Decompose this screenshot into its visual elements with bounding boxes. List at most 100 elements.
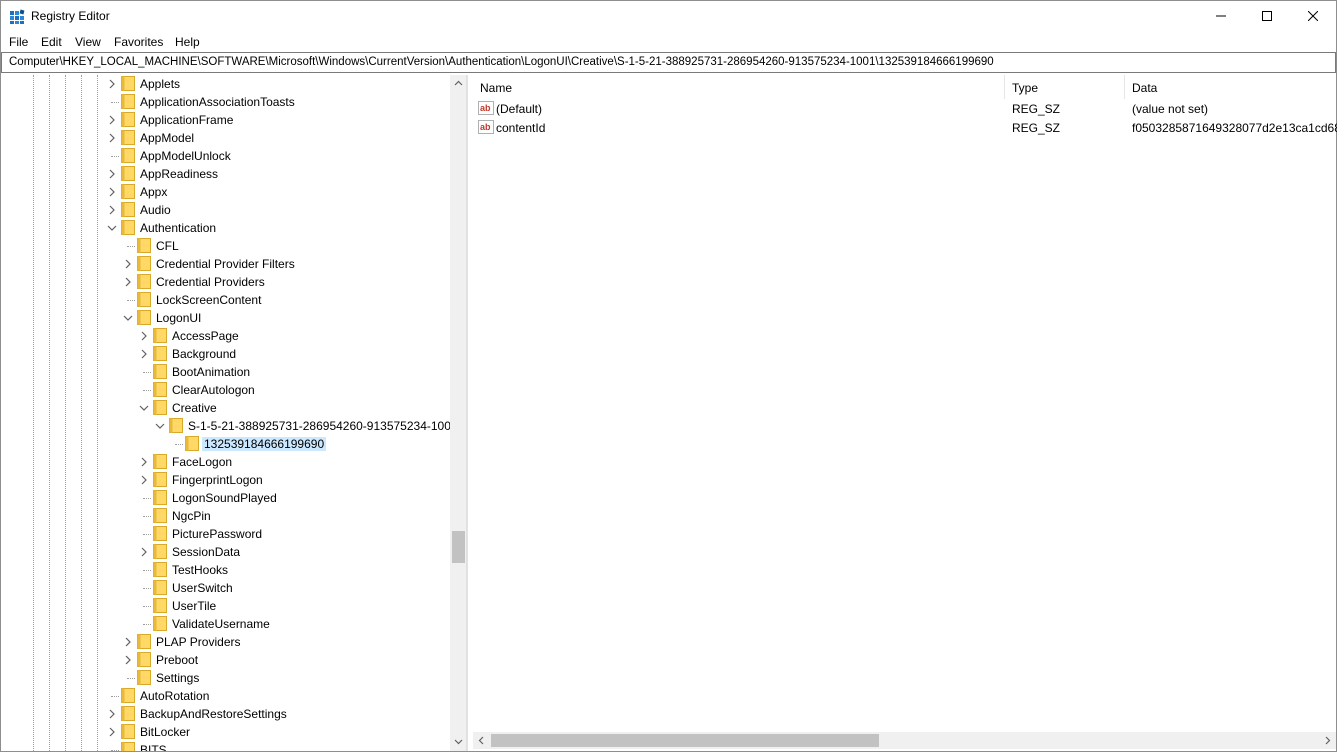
chevron-right-icon[interactable] xyxy=(107,709,117,719)
tree-node[interactable]: Preboot xyxy=(123,651,446,669)
chevron-right-icon[interactable] xyxy=(123,655,133,665)
scroll-left-arrow-icon[interactable] xyxy=(477,736,486,745)
tree-node[interactable]: FingerprintLogon xyxy=(139,471,446,489)
value-row[interactable]: ab (Default) REG_SZ (value not set) xyxy=(473,99,1336,118)
tree-node[interactable]: S-1-5-21-388925731-286954260-913575234-1… xyxy=(155,417,458,435)
tree-node[interactable]: PicturePassword xyxy=(139,525,446,543)
tree-node[interactable]: AppReadiness xyxy=(107,165,446,183)
tree-connector xyxy=(143,606,151,607)
tree-guide-line xyxy=(33,75,34,751)
tree-node[interactable]: SessionData xyxy=(139,543,446,561)
chevron-right-icon[interactable] xyxy=(107,727,117,737)
chevron-down-icon[interactable] xyxy=(107,223,117,233)
folder-icon xyxy=(153,544,167,559)
tree-node[interactable]: Applets xyxy=(107,75,446,93)
tree-node[interactable]: ClearAutologon xyxy=(139,381,446,399)
tree-node[interactable]: AppModelUnlock xyxy=(107,147,446,165)
menu-favorites[interactable]: Favorites xyxy=(114,35,163,49)
tree-node[interactable]: Credential Provider Filters xyxy=(123,255,446,273)
chevron-right-icon[interactable] xyxy=(139,457,149,467)
scroll-down-arrow-icon[interactable] xyxy=(454,737,463,746)
chevron-right-icon[interactable] xyxy=(123,637,133,647)
tree-node[interactable]: BitLocker xyxy=(107,723,446,741)
chevron-right-icon[interactable] xyxy=(139,349,149,359)
chevron-right-icon[interactable] xyxy=(107,187,117,197)
key-tree[interactable]: Applets ApplicationAssociationToasts Appli… xyxy=(1,75,467,751)
chevron-right-icon[interactable] xyxy=(107,133,117,143)
tree-node[interactable]: Settings xyxy=(123,669,446,687)
tree-node[interactable]: ApplicationAssociationToasts xyxy=(107,93,446,111)
chevron-right-icon[interactable] xyxy=(107,115,117,125)
column-header-type[interactable]: Type xyxy=(1005,75,1125,99)
chevron-down-icon[interactable] xyxy=(123,313,133,323)
tree-node[interactable]: LogonUI xyxy=(123,309,446,327)
tree-node[interactable]: ApplicationFrame xyxy=(107,111,446,129)
folder-icon xyxy=(153,364,167,379)
tree-node[interactable]: AppModel xyxy=(107,129,446,147)
folder-icon xyxy=(121,184,135,199)
menu-edit[interactable]: Edit xyxy=(41,35,62,49)
tree-node[interactable]: Credential Providers xyxy=(123,273,446,291)
tree-node[interactable]: BITS xyxy=(107,741,446,751)
value-row[interactable]: ab contentId REG_SZ f0503285871649328077… xyxy=(473,118,1337,137)
tree-scroll-thumb[interactable] xyxy=(452,531,465,563)
chevron-down-icon[interactable] xyxy=(139,403,149,413)
tree-node-label: UserTile xyxy=(172,599,217,613)
chevron-right-icon[interactable] xyxy=(107,79,117,89)
tree-node[interactable]: UserSwitch xyxy=(139,579,446,597)
tree-node[interactable]: LockScreenContent xyxy=(123,291,446,309)
tree-node[interactable]: 132539184666199690 xyxy=(171,435,446,453)
tree-node[interactable]: LogonSoundPlayed xyxy=(139,489,446,507)
tree-node-label: BitLocker xyxy=(140,725,191,739)
tree-node[interactable]: Appx xyxy=(107,183,446,201)
chevron-right-icon[interactable] xyxy=(107,205,117,215)
tree-node[interactable]: UserTile xyxy=(139,597,446,615)
minimize-button[interactable] xyxy=(1198,1,1244,31)
tree-node[interactable]: BackupAndRestoreSettings xyxy=(107,705,446,723)
tree-node[interactable]: TestHooks xyxy=(139,561,446,579)
tree-node[interactable]: BootAnimation xyxy=(139,363,446,381)
column-header-data[interactable]: Data xyxy=(1125,75,1336,99)
tree-node-label: Audio xyxy=(140,203,171,217)
scroll-up-arrow-icon[interactable] xyxy=(454,79,463,88)
tree-node-label: AppModel xyxy=(140,131,195,145)
maximize-button[interactable] xyxy=(1244,1,1290,31)
tree-node[interactable]: ValidateUsername xyxy=(139,615,446,633)
pane-splitter[interactable] xyxy=(467,75,472,751)
tree-node-label: ClearAutologon xyxy=(172,383,255,397)
tree-node[interactable]: CFL xyxy=(123,237,446,255)
menu-view[interactable]: View xyxy=(75,35,101,49)
close-button[interactable] xyxy=(1290,1,1336,31)
menu-help[interactable]: Help xyxy=(175,35,200,49)
values-horizontal-scrollbar[interactable] xyxy=(473,732,1336,749)
tree-node[interactable]: PLAP Providers xyxy=(123,633,446,651)
chevron-right-icon[interactable] xyxy=(123,277,133,287)
folder-icon xyxy=(121,742,135,751)
address-bar[interactable]: Computer\HKEY_LOCAL_MACHINE\SOFTWARE\Mic… xyxy=(1,52,1336,73)
column-header-name[interactable]: Name xyxy=(473,75,1005,99)
tree-node[interactable]: Background xyxy=(139,345,446,363)
window-title: Registry Editor xyxy=(31,9,110,23)
tree-node[interactable]: AccessPage xyxy=(139,327,446,345)
chevron-right-icon[interactable] xyxy=(139,331,149,341)
tree-node[interactable]: AutoRotation xyxy=(107,687,446,705)
tree-connector xyxy=(127,678,135,679)
tree-node[interactable]: NgcPin xyxy=(139,507,446,525)
chevron-right-icon[interactable] xyxy=(139,475,149,485)
tree-vertical-scrollbar[interactable] xyxy=(450,75,466,751)
values-scroll-thumb[interactable] xyxy=(491,734,879,747)
tree-node-label: UserSwitch xyxy=(172,581,233,595)
values-list[interactable]: Name Type Data ab (Default) REG_SZ (valu… xyxy=(473,75,1337,751)
tree-node[interactable]: FaceLogon xyxy=(139,453,446,471)
tree-node-label: AppReadiness xyxy=(140,167,219,181)
scroll-right-arrow-icon[interactable] xyxy=(1323,736,1332,745)
tree-node[interactable]: Creative xyxy=(139,399,446,417)
chevron-down-icon[interactable] xyxy=(155,421,165,431)
tree-node[interactable]: Authentication xyxy=(107,219,446,237)
folder-icon xyxy=(121,220,135,235)
chevron-right-icon[interactable] xyxy=(107,169,117,179)
tree-node[interactable]: Audio xyxy=(107,201,446,219)
chevron-right-icon[interactable] xyxy=(123,259,133,269)
chevron-right-icon[interactable] xyxy=(139,547,149,557)
menu-file[interactable]: File xyxy=(9,35,28,49)
